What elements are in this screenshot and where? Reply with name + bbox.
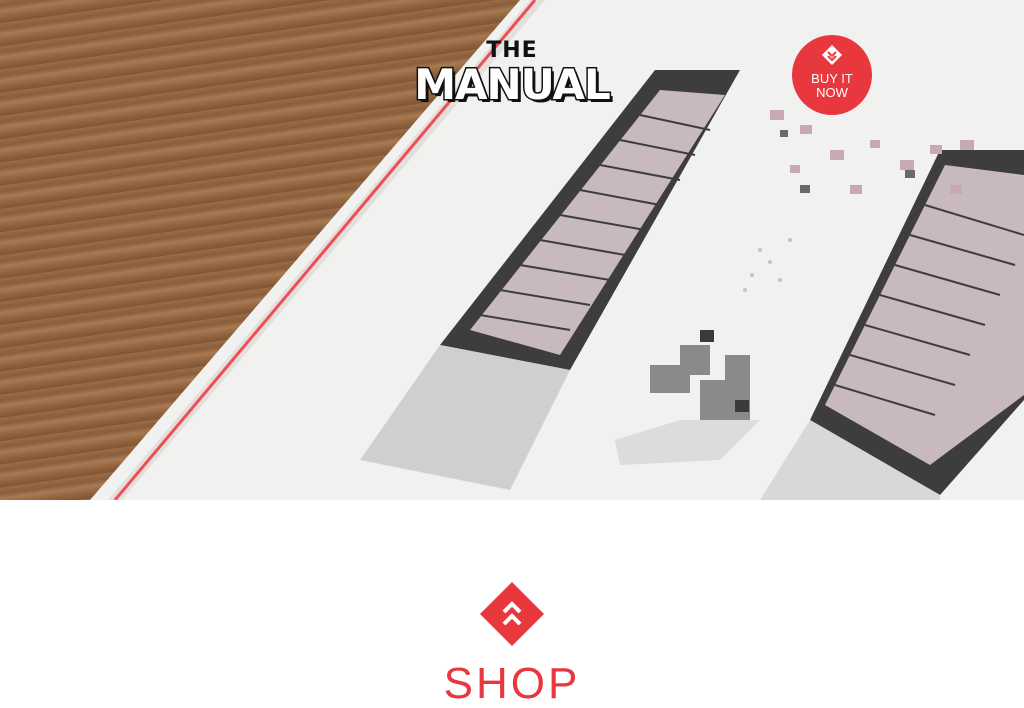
shop-heading: SHOP <box>443 659 581 708</box>
buy-button-line2: NOW <box>816 85 848 100</box>
logo-line-the: THE <box>486 38 538 63</box>
buy-button-line1: BUY IT <box>811 71 853 86</box>
site-logo[interactable]: THE MANUAL <box>410 38 614 110</box>
buy-button-label: BUY IT NOW <box>792 72 872 100</box>
buy-it-now-button[interactable]: BUY IT NOW <box>792 35 872 115</box>
hero-banner: THE MANUAL BUY IT NOW <box>0 0 1024 500</box>
chevron-down-diamond-icon <box>822 45 842 65</box>
logo-line-manual: MANUAL <box>413 60 613 109</box>
chevron-up-diamond-icon <box>480 582 544 646</box>
